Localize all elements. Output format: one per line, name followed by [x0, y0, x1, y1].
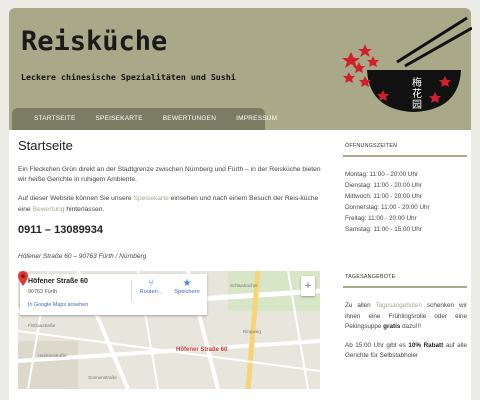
map-place-city: 90763 Fürth	[28, 288, 58, 295]
bowl-char-3: 园	[412, 99, 422, 111]
map-street-label-2: Flößaustraße	[28, 322, 56, 328]
map-street-label-3: Heckenstraße	[38, 352, 67, 358]
hours-row: Dienstag: 11:00 - 20:00 Uhr	[345, 181, 422, 189]
special-offer-2: Ab 15:00 Uhr gibt es 10% Rabatt auf alle…	[343, 341, 467, 362]
special1-bold: gratis	[383, 323, 401, 331]
page-title: Startseite	[18, 138, 73, 153]
site-header: Reisküche Leckere chinesische Spezialitä…	[9, 8, 472, 130]
daily-specials-widget: Tagesangebote Zu allen Tagesangeboten sc…	[343, 261, 467, 362]
opening-hours-title: Öffnungszeiten	[343, 130, 467, 157]
map-route-label: Routen...	[139, 288, 163, 295]
special2-bold: 10% Rabatt	[408, 341, 444, 349]
map-save-label: Speichern	[174, 288, 200, 295]
map-info-card: Höfener Straße 60 90763 Fürth In Google …	[20, 273, 207, 315]
map-pin-icon[interactable]	[18, 270, 28, 286]
site-logo-title[interactable]: Reisküche	[21, 26, 167, 57]
nav-startseite[interactable]: Startseite	[12, 108, 86, 130]
hours-row: Samstag: 11:00 - 15:00 Uhr	[345, 225, 422, 233]
map-street-label-1: Schwabacher	[230, 282, 258, 288]
site-tagline: Leckere chinesische Spezialitäten und Su…	[21, 72, 236, 82]
visit-text-3: hinterlassen.	[64, 205, 105, 213]
daily-specials-title: Tagesangebote	[343, 261, 467, 289]
hours-row: Montag: 11:00 - 20:00 Uhr	[345, 171, 419, 178]
special1-text-3: dazu!!!	[400, 323, 421, 331]
address: Höfener Straße 60 – 90763 Fürth / Nürnbe…	[18, 252, 147, 260]
map-zoom-in-button[interactable]: +	[301, 275, 315, 296]
special-offer-1: Zu allen Tagesangeboten schenken wir ihn…	[343, 301, 467, 333]
intro-paragraph: Ein Fleckchen Grün direkt an der Stadtgr…	[18, 166, 321, 184]
bewertung-link[interactable]: Bewertung	[33, 206, 65, 213]
main-navigation: Startseite Speisekarte Bewertungen Impre…	[12, 108, 277, 130]
bowl-char-2: 花	[412, 87, 422, 100]
map-place-name: Höfener Straße 60	[28, 277, 88, 285]
map-route-button[interactable]: ⑂ Routen...	[132, 278, 170, 295]
special2-text-1: Ab 15:00 Uhr gibt es	[345, 341, 409, 349]
map-street-label-5: Sonnenstraße	[88, 374, 117, 380]
main-column: Startseite Ein Fleckchen Grün direkt an …	[18, 138, 323, 389]
star-icon: ★	[182, 277, 192, 289]
visit-text-1: Auf dieser Website können Sie unsere	[18, 195, 134, 203]
directions-icon: ⑂	[148, 277, 154, 289]
tagesangebote-link[interactable]: Tagesangeboten	[375, 302, 422, 309]
hours-row: Freitag: 11:00 - 20:00 Uhr	[345, 214, 417, 222]
google-map[interactable]: Schwabacher Flößaustraße Heckenstraße Ri…	[18, 270, 320, 389]
rice-bowl-logo-icon: 梅 花 园	[342, 16, 472, 112]
opening-hours-list: Montag: 11:00 - 20:00 Uhr Dienstag: 11:0…	[343, 170, 467, 235]
phone-number: 0911 – 13089934	[18, 223, 104, 236]
map-street-label-4: Ringweg	[243, 328, 261, 334]
speisekarte-link[interactable]: Speisekarte	[134, 195, 169, 202]
nav-speisekarte[interactable]: Speisekarte	[86, 108, 153, 130]
hours-row: Donnerstag: 11:00 - 20:00 Uhr	[345, 203, 430, 211]
hours-row: Mittwoch: 11:00 - 20:00 Uhr	[345, 192, 422, 200]
bowl-char-1: 梅	[412, 76, 422, 89]
map-pin-label: Höfener Straße 60	[176, 346, 228, 353]
map-save-button[interactable]: ★ Speichern	[168, 278, 206, 295]
nav-impressum[interactable]: Impressum	[226, 108, 287, 130]
opening-hours-widget: Öffnungszeiten Montag: 11:00 - 20:00 Uhr…	[343, 130, 467, 235]
open-in-google-maps-link[interactable]: In Google Maps ansehen	[28, 302, 88, 308]
content-area: Startseite Ein Fleckchen Grün direkt an …	[9, 130, 471, 400]
nav-bewertungen[interactable]: Bewertungen	[153, 108, 226, 130]
visit-paragraph: Auf dieser Website können Sie unsere Spe…	[18, 194, 323, 214]
sidebar: Öffnungszeiten Montag: 11:00 - 20:00 Uhr…	[343, 130, 467, 370]
special1-text-1: Zu allen	[345, 302, 376, 310]
